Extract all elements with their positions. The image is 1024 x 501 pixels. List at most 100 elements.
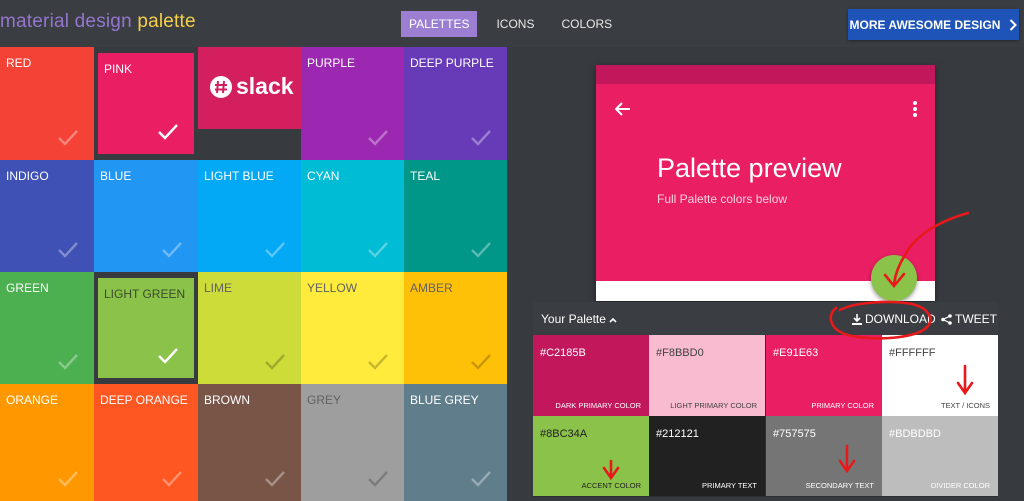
color-tile-deep-orange[interactable]: DEEP ORANGE (94, 384, 198, 501)
color-tile-label: BLUE (100, 169, 132, 183)
color-tile-lime[interactable]: LIME (198, 272, 301, 384)
color-tile-label: RED (6, 56, 32, 70)
app-window: material design palette PALETTES ICONS C… (0, 0, 1024, 501)
color-tile-label: AMBER (410, 281, 453, 295)
chevron-up-icon (609, 317, 617, 323)
check-icon (56, 349, 80, 373)
check-icon (469, 125, 493, 149)
brand-text-secondary: palette (131, 11, 196, 32)
color-tile-label: LIME (204, 281, 233, 295)
color-grid: RED PINK slack PURPLE DEEP PURPLE INDIGO BLUE L… (0, 47, 507, 501)
swatch-divider-color[interactable]: #BDBDBD DIVIDER COLOR (882, 416, 998, 496)
color-tile-orange[interactable]: ORANGE (0, 384, 94, 501)
check-icon (56, 466, 80, 490)
check-icon (263, 237, 287, 261)
preview-app-bar: Palette preview Full Palette colors belo… (596, 84, 935, 281)
share-icon (941, 313, 952, 325)
swatch-role: PRIMARY TEXT (701, 481, 757, 490)
download-icon (852, 313, 862, 325)
swatch-hex: #BDBDBD (889, 428, 941, 440)
color-tile-blue-grey[interactable]: BLUE GREY (404, 384, 507, 501)
swatch-dark-primary-color[interactable]: #C2185B DARK PRIMARY COLOR (533, 335, 649, 416)
check-icon (263, 466, 287, 490)
color-tile-deep-purple[interactable]: DEEP PURPLE (404, 47, 507, 160)
chevron-right-icon (1010, 18, 1018, 31)
download-button[interactable]: DOWNLOAD (852, 312, 936, 326)
swatch-role: DARK PRIMARY COLOR (555, 401, 641, 410)
swatch-text-icons[interactable]: #FFFFFF TEXT / ICONS (882, 335, 998, 416)
cta-label: MORE AWESOME DESIGN (849, 17, 1001, 32)
color-tile-light-blue[interactable]: LIGHT BLUE (198, 160, 301, 272)
your-palette-toggle[interactable]: Your Palette (541, 312, 617, 326)
main-nav: PALETTES ICONS COLORS (401, 11, 620, 37)
color-tile-teal[interactable]: TEAL (404, 160, 507, 272)
color-tile-brown[interactable]: BROWN (198, 384, 301, 501)
color-tile-label: YELLOW (307, 281, 358, 295)
nav-icons[interactable]: ICONS (488, 11, 542, 37)
tweet-label: TWEET (955, 312, 997, 326)
color-tile-red[interactable]: RED (0, 47, 94, 160)
swatch-role: LIGHT PRIMARY COLOR (670, 401, 757, 410)
your-palette-panel: Your Palette DOWNLOAD TWEET #C2185B DARK … (533, 302, 998, 497)
check-icon (160, 237, 184, 261)
color-tile-indigo[interactable]: INDIGO (0, 160, 94, 272)
swatch-role: TEXT / ICONS (940, 401, 990, 410)
color-tile-label: ORANGE (6, 393, 59, 407)
tweet-button[interactable]: TWEET (941, 312, 997, 326)
check-icon (156, 119, 180, 143)
color-tile-label: LIGHT BLUE (204, 169, 274, 183)
arrow-left-icon[interactable] (614, 100, 632, 118)
color-tile-label: GREY (307, 393, 342, 407)
download-label: DOWNLOAD (865, 312, 936, 326)
accent-fab[interactable] (871, 255, 917, 301)
color-tile-cyan[interactable]: CYAN (301, 160, 404, 272)
swatch-accent-color[interactable]: #8BC34A ACCENT COLOR (533, 416, 649, 496)
nav-colors[interactable]: COLORS (553, 11, 620, 37)
top-header: material design palette PALETTES ICONS C… (0, 0, 1024, 47)
color-tile-green[interactable]: GREEN (0, 272, 94, 384)
swatch-hex: #8BC34A (540, 428, 588, 440)
swatch-role: DIVIDER COLOR (930, 481, 990, 490)
color-tile-grey[interactable]: GREY (301, 384, 404, 501)
more-awesome-design-button[interactable]: MORE AWESOME DESIGN (848, 9, 1019, 40)
check-icon (366, 466, 390, 490)
color-tile-yellow[interactable]: YELLOW (301, 272, 404, 384)
swatch-hex: #E91E63 (773, 347, 819, 359)
nav-palettes[interactable]: PALETTES (401, 11, 478, 37)
swatch-primary-text[interactable]: #212121 PRIMARY TEXT (649, 416, 765, 496)
check-icon (263, 349, 287, 373)
color-tile-amber[interactable]: AMBER (404, 272, 507, 384)
more-vert-icon[interactable] (913, 101, 917, 117)
swatch-light-primary-color[interactable]: #F8BBD0 LIGHT PRIMARY COLOR (649, 335, 765, 416)
color-tile-slack[interactable]: slack (198, 47, 301, 129)
color-tile-label: DEEP PURPLE (410, 56, 494, 70)
color-tile-purple[interactable]: PURPLE (301, 47, 404, 160)
slack-hash-icon (210, 75, 232, 98)
swatch-secondary-text[interactable]: #757575 SECONDARY TEXT (766, 416, 882, 496)
swatch-hex: #FFFFFF (889, 347, 936, 359)
swatch-role: PRIMARY COLOR (811, 401, 874, 410)
swatch-role: ACCENT COLOR (581, 481, 641, 490)
preview-title: Palette preview (657, 153, 842, 183)
swatch-hex: #F8BBD0 (656, 347, 704, 359)
preview-subtitle: Full Palette colors below (657, 192, 788, 206)
swatch-hex: #212121 (656, 428, 699, 440)
color-tile-label: PURPLE (307, 56, 356, 70)
color-tile-blue[interactable]: BLUE (94, 160, 198, 272)
color-tile-label: GREEN (6, 281, 49, 295)
color-tile-label: LIGHT GREEN (104, 287, 186, 301)
color-tile-label: PINK (104, 62, 133, 76)
check-icon (469, 466, 493, 490)
swatch-role: SECONDARY TEXT (805, 481, 874, 490)
color-tile-light-green[interactable]: LIGHT GREEN (98, 278, 194, 378)
color-tile-label: DEEP ORANGE (100, 393, 188, 407)
swatch-hex: #C2185B (540, 347, 586, 359)
check-icon (469, 349, 493, 373)
brand-logo[interactable]: material design palette (0, 11, 196, 33)
check-icon (469, 237, 493, 261)
color-tile-label: TEAL (410, 169, 441, 183)
swatch-primary-color[interactable]: #E91E63 PRIMARY COLOR (766, 335, 882, 416)
color-tile-pink[interactable]: PINK (98, 53, 194, 154)
check-icon (366, 349, 390, 373)
swatch-hex: #757575 (773, 428, 816, 440)
